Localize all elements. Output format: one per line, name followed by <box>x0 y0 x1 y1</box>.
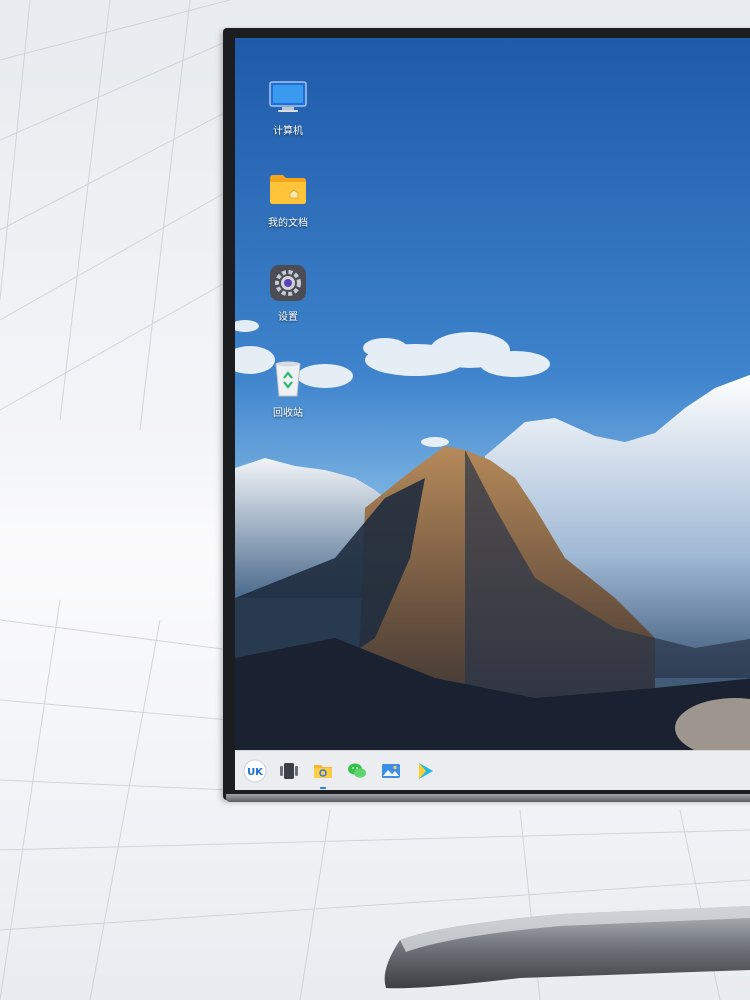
settings-icon <box>270 265 306 301</box>
desktop-icon-settings[interactable]: 设置 <box>253 262 323 323</box>
taskbar-start-button[interactable]: UK <box>241 757 269 785</box>
taskbar-image-viewer[interactable] <box>377 757 405 785</box>
desktop-icon-recycle-bin[interactable]: 回收站 <box>253 358 323 419</box>
start-menu-uk-icon: UK <box>243 759 267 783</box>
desktop-icon-documents[interactable]: 我的文档 <box>253 168 323 229</box>
taskbar-file-manager[interactable] <box>309 757 337 789</box>
taskbar-multitask-view[interactable] <box>275 757 303 785</box>
desktop-icon-computer[interactable]: 计算机 <box>253 76 323 137</box>
taskbar-wechat[interactable] <box>343 757 371 785</box>
wechat-icon <box>348 763 366 778</box>
taskbar-video-player[interactable] <box>411 757 439 785</box>
recycle-bin-icon <box>275 361 301 397</box>
computer-icon <box>269 81 307 112</box>
desktop-icon-label: 计算机 <box>273 126 303 137</box>
multitask-view-icon <box>280 763 298 779</box>
monitor-chin <box>226 794 750 802</box>
desktop-icon-label: 设置 <box>278 312 298 323</box>
video-player-icon <box>419 763 433 779</box>
taskbar: UK <box>235 750 750 790</box>
desktop-icon-label: 我的文档 <box>268 218 308 229</box>
start-menu-uk-text: UK <box>247 767 264 778</box>
monitor-stand <box>384 906 750 989</box>
desktop-screen: 计算机 我的文档 设置 回收站 UK <box>235 38 750 790</box>
folder-icon <box>270 175 306 204</box>
file-manager-icon <box>314 765 332 778</box>
desktop-icon-label: 回收站 <box>273 408 303 419</box>
image-viewer-icon <box>382 764 400 778</box>
